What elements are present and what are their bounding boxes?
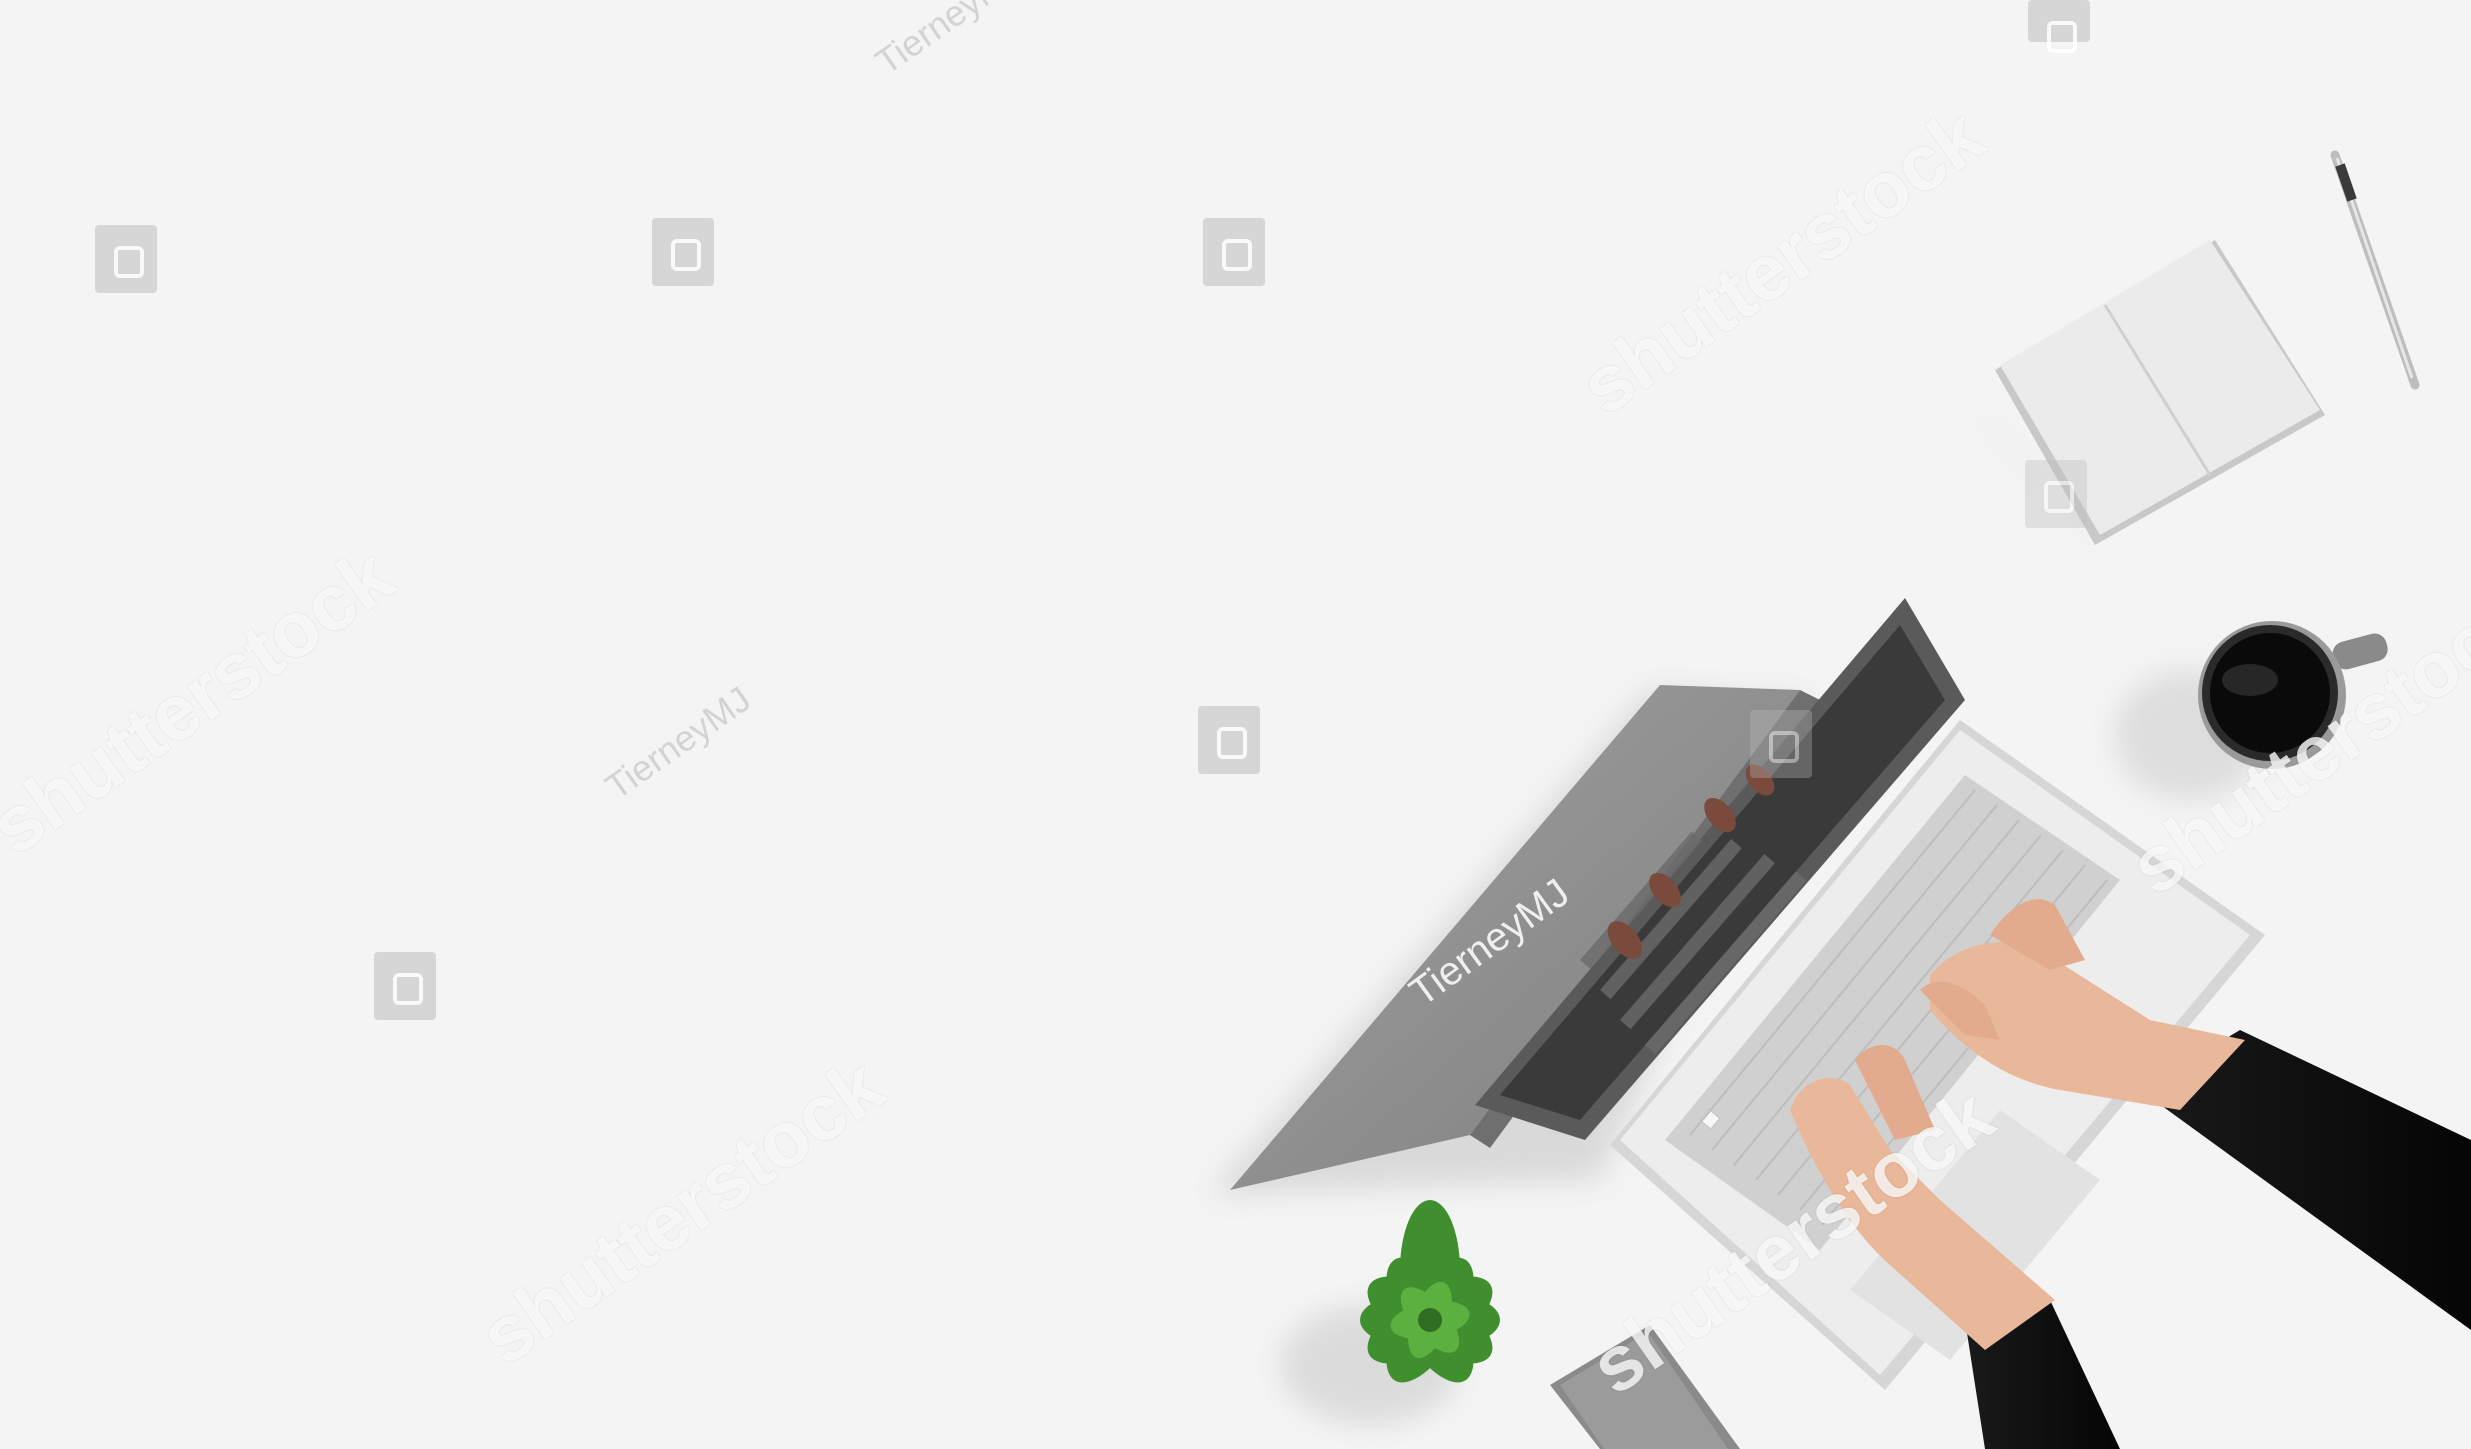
- watermark-logo: [2028, 0, 2090, 53]
- watermark-logo: [652, 218, 714, 286]
- watermark-logo: [2025, 460, 2087, 528]
- watermark-logo: [1198, 706, 1260, 774]
- watermark-logo: [95, 225, 157, 293]
- watermark-logo: [1203, 218, 1265, 286]
- watermark-logo: [1750, 710, 1812, 778]
- watermark-logo: [374, 952, 436, 1020]
